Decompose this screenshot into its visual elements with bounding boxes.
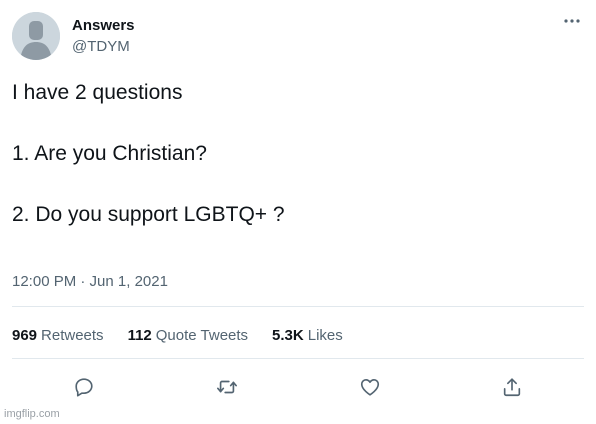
heart-icon: [360, 379, 380, 396]
tweet-line-intro: I have 2 questions: [12, 81, 183, 104]
likes-stat[interactable]: 5.3K Likes: [272, 327, 343, 344]
retweet-icon: [217, 380, 237, 394]
retweets-label: Retweets: [41, 327, 104, 344]
more-options-icon[interactable]: [562, 13, 582, 29]
tweet-actions: [0, 374, 596, 400]
reply-icon: [75, 378, 93, 397]
default-avatar-icon: [12, 12, 60, 60]
likes-count: 5.3K: [272, 327, 304, 344]
engagement-stats: 969 Retweets 112 Quote Tweets 5.3K Likes: [12, 327, 367, 344]
reply-button[interactable]: [71, 374, 97, 400]
retweet-button[interactable]: [214, 374, 240, 400]
retweets-stat[interactable]: 969 Retweets: [12, 327, 104, 344]
quote-tweets-stat[interactable]: 112 Quote Tweets: [128, 327, 248, 344]
tweet-line-question-2: 2. Do you support LGBTQ+ ?: [12, 203, 285, 226]
tweet-text: I have 2 questions 1. Are you Christian?…: [12, 78, 582, 231]
divider: [12, 306, 584, 307]
tweet-timestamp[interactable]: 12:00 PM · Jun 1, 2021: [12, 273, 168, 290]
imgflip-watermark: imgflip.com: [4, 408, 60, 420]
divider: [12, 358, 584, 359]
retweets-count: 969: [12, 327, 38, 344]
like-button[interactable]: [357, 374, 383, 400]
display-name[interactable]: Answers: [72, 17, 135, 34]
likes-label: Likes: [307, 327, 343, 344]
user-handle[interactable]: @TDYM: [72, 38, 130, 55]
quote-tweets-label: Quote Tweets: [155, 327, 249, 344]
share-icon: [503, 378, 521, 397]
quote-tweets-count: 112: [127, 327, 152, 344]
tweet-line-question-1: 1. Are you Christian?: [12, 142, 207, 165]
avatar[interactable]: [12, 12, 60, 60]
share-button[interactable]: [499, 374, 525, 400]
